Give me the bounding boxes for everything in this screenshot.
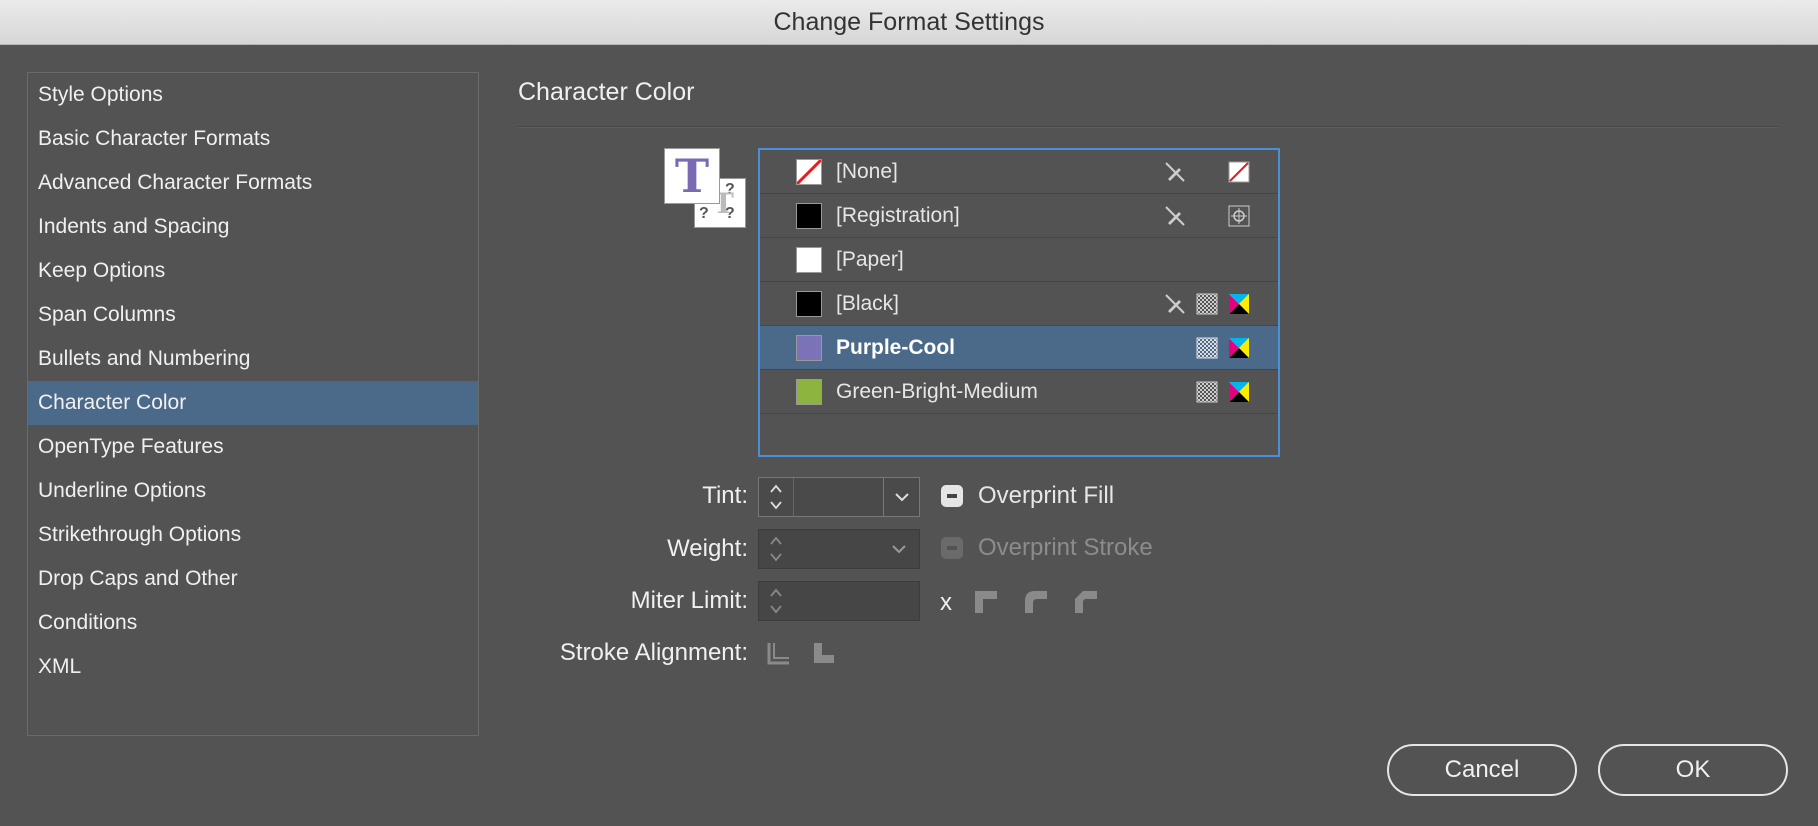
sidebar-item-underline-options[interactable]: Underline Options — [28, 469, 478, 513]
miter-limit-field[interactable] — [758, 581, 920, 621]
swatch-purple-cool-chip — [796, 335, 822, 361]
sidebar-item-keep-options[interactable]: Keep Options — [28, 249, 478, 293]
sidebar-item-strikethrough-options[interactable]: Strikethrough Options — [28, 513, 478, 557]
swatch-name: [Paper] — [836, 248, 904, 271]
swatch-row-registration[interactable]: [Registration] — [760, 194, 1278, 238]
tint-stepper[interactable] — [759, 478, 794, 516]
cmyk-mode-icon — [1228, 337, 1250, 359]
swatch-registration-chip — [796, 203, 822, 229]
sidebar-item-advanced-character-formats[interactable]: Advanced Character Formats — [28, 161, 478, 205]
tint-dropdown-button[interactable] — [883, 478, 919, 516]
sidebar-item-basic-character-formats[interactable]: Basic Character Formats — [28, 117, 478, 161]
bevel-join-icon[interactable] — [1073, 589, 1099, 615]
none-mode-icon — [1228, 161, 1250, 183]
no-edit-pencil-icon — [1164, 161, 1186, 183]
swatch-name: [None] — [836, 160, 898, 183]
sidebar-item-drop-caps-and-other[interactable]: Drop Caps and Other — [28, 557, 478, 601]
swatch-none-chip — [795, 158, 823, 186]
swatch-row-purple-cool[interactable]: Purple-Cool — [760, 326, 1278, 370]
section-title: Character Color — [518, 78, 695, 106]
swatch-name: [Black] — [836, 292, 900, 315]
swatch-green-bright-medium-chip — [796, 379, 822, 405]
miter-join-icon[interactable] — [973, 589, 999, 615]
section-divider — [518, 126, 1778, 128]
chevron-down-icon — [892, 545, 906, 554]
swatch-name: [Registration] — [836, 204, 960, 227]
process-color-icon — [1196, 381, 1218, 403]
weight-field[interactable] — [758, 529, 920, 569]
overprint-stroke-checkbox[interactable] — [941, 537, 963, 559]
stroke-alignment-label: Stroke Alignment: — [559, 639, 748, 666]
round-join-icon[interactable] — [1023, 589, 1049, 615]
miter-limit-label: Miter Limit: — [630, 587, 748, 614]
overprint-stroke-label: Overprint Stroke — [978, 534, 1153, 561]
process-color-icon — [1196, 293, 1218, 315]
sidebar-item-xml[interactable]: XML — [28, 645, 478, 689]
miter-limit-suffix: x — [940, 589, 952, 616]
swatch-list[interactable]: [None] [Registration] [Paper] [Black] Pu… — [758, 148, 1280, 457]
overprint-fill-checkbox[interactable] — [941, 485, 963, 507]
align-stroke-inside-icon[interactable] — [810, 641, 836, 667]
no-edit-pencil-icon — [1164, 205, 1186, 227]
registration-mode-icon — [1228, 205, 1250, 227]
swatch-paper-chip — [796, 247, 822, 273]
ok-button[interactable]: OK — [1598, 744, 1788, 796]
tint-field[interactable] — [758, 477, 920, 517]
sidebar-item-style-options[interactable]: Style Options — [28, 73, 478, 117]
sidebar-item-bullets-and-numbering[interactable]: Bullets and Numbering — [28, 337, 478, 381]
sidebar-item-opentype-features[interactable]: OpenType Features — [28, 425, 478, 469]
no-edit-pencil-icon — [1164, 293, 1186, 315]
swatch-row-paper[interactable]: [Paper] — [760, 238, 1278, 282]
weight-label: Weight: — [667, 535, 748, 562]
align-stroke-center-icon[interactable] — [765, 641, 791, 667]
swatch-name: Purple-Cool — [836, 336, 955, 359]
tint-label: Tint: — [702, 482, 748, 509]
overprint-fill-label: Overprint Fill — [978, 482, 1115, 509]
fill-preview-icon: T — [664, 148, 720, 204]
swatch-row-green-bright-medium[interactable]: Green-Bright-Medium — [760, 370, 1278, 414]
sidebar-item-span-columns[interactable]: Span Columns — [28, 293, 478, 337]
cancel-button[interactable]: Cancel — [1387, 744, 1577, 796]
swatch-row-none[interactable]: [None] — [760, 150, 1278, 194]
window-title: Change Format Settings — [773, 7, 1045, 36]
swatch-row-black[interactable]: [Black] — [760, 282, 1278, 326]
sidebar-item-indents-and-spacing[interactable]: Indents and Spacing — [28, 205, 478, 249]
title-bar: Change Format Settings — [0, 0, 1818, 45]
chevron-down-icon — [895, 493, 909, 502]
swatch-name: Green-Bright-Medium — [836, 380, 1038, 403]
category-list: Style Options Basic Character Formats Ad… — [27, 72, 479, 736]
fill-stroke-preview-icon[interactable]: ? ? ? T T — [664, 148, 746, 230]
sidebar-item-conditions[interactable]: Conditions — [28, 601, 478, 645]
process-color-icon — [1196, 337, 1218, 359]
cmyk-mode-icon — [1228, 381, 1250, 403]
cmyk-mode-icon — [1228, 293, 1250, 315]
swatch-black-chip — [796, 291, 822, 317]
sidebar-item-character-color[interactable]: Character Color — [28, 381, 478, 425]
